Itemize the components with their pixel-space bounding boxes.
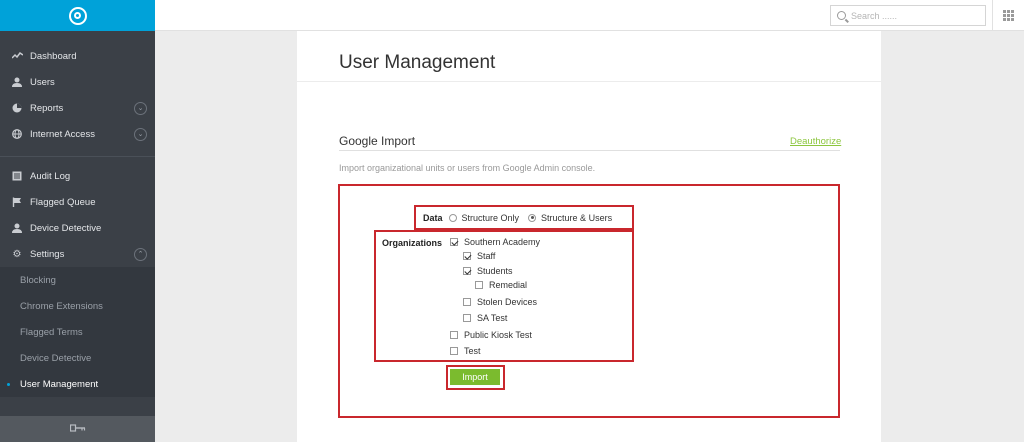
checkbox-label: Staff [477,251,496,261]
import-button-highlight: Import [446,365,505,390]
section-description: Import organizational units or users fro… [339,163,596,173]
org-checkbox-test[interactable]: Test [450,346,481,356]
divider [297,81,881,82]
sidebar-item-label: Internet Access [30,128,95,140]
sidebar-item-reports[interactable]: Reports ⌄ [0,95,155,121]
sidebar-item-label: User Management [20,378,99,390]
pulse-icon [11,50,23,62]
user-icon [11,222,23,234]
checkbox[interactable] [450,347,458,355]
sidebar-item-settings[interactable]: ⚙ Settings ⌃ [0,241,155,267]
org-checkbox-southern-academy[interactable]: Southern Academy [450,237,540,247]
sidebar-item-label: Dashboard [30,50,77,62]
checkbox[interactable] [463,314,471,322]
sidebar-item-label: Reports [30,102,64,114]
sidebar-subitem-user-management[interactable]: User Management [0,371,155,397]
sidebar-subitem-flagged-terms[interactable]: Flagged Terms [0,319,155,345]
divider [0,156,155,157]
radio-button[interactable] [528,213,537,222]
sidebar-subitem-device-detective[interactable]: Device Detective [0,345,155,371]
checkbox-label: Southern Academy [464,237,541,247]
sidebar-item-dashboard[interactable]: Dashboard [0,43,155,69]
sidebar-item-audit-log[interactable]: Audit Log [0,163,155,189]
org-checkbox-students[interactable]: Students [463,266,513,276]
chevron-up-icon[interactable]: ⌃ [134,247,147,261]
radio-structure-only[interactable]: Structure Only [448,212,520,223]
radio-button[interactable] [448,213,457,222]
sidebar-item-label: Flagged Queue [30,196,96,208]
checkbox[interactable] [463,298,471,306]
section-title: Google Import [339,134,416,148]
search-box[interactable] [830,5,986,26]
page-title: User Management [339,52,496,73]
import-button[interactable]: Import [450,369,500,385]
sidebar-subitem-chrome-extensions[interactable]: Chrome Extensions [0,293,155,319]
org-checkbox-sa-test[interactable]: SA Test [463,313,507,323]
sidebar-item-label: Chrome Extensions [20,300,103,312]
list-icon [11,170,23,182]
content-panel: User Management Google Import Deauthoriz… [297,31,881,442]
checkbox[interactable] [450,238,458,246]
top-bar [155,0,1024,31]
gear-icon: ⚙ [12,248,22,260]
organizations-label: Organizations [382,238,443,248]
divider [992,0,993,31]
chevron-down-icon[interactable]: ⌄ [134,101,147,115]
key-icon [69,423,86,435]
sidebar-item-internet-access[interactable]: Internet Access ⌄ [0,121,155,147]
checkbox-label: SA Test [477,313,508,323]
org-checkbox-stolen-devices[interactable]: Stolen Devices [463,297,537,307]
checkbox[interactable] [463,252,471,260]
main-nav: Dashboard Users Reports ⌄ Internet Acces… [0,31,155,147]
radio-label: Structure & Users [541,212,613,223]
checkbox-label: Test [464,346,481,356]
sidebar-footer[interactable] [0,416,155,442]
user-icon [11,76,23,88]
flag-icon [11,196,23,208]
shield-target-icon[interactable] [68,6,87,25]
chevron-down-icon[interactable]: ⌄ [134,127,147,141]
data-label: Data [423,212,443,223]
radio-structure-and-users[interactable]: Structure & Users [528,213,612,223]
sidebar-item-label: Settings [30,248,65,260]
sidebar-item-label: Blocking [20,274,56,286]
search-icon [837,11,846,20]
organizations-group: Organizations Southern Academy Staff Stu… [374,230,634,362]
deauthorize-link[interactable]: Deauthorize [790,136,841,147]
checkbox[interactable] [450,331,458,339]
sidebar-item-label: Device Detective [30,222,102,234]
sidebar-item-users[interactable]: Users [0,69,155,95]
settings-submenu: Blocking Chrome Extensions Flagged Terms… [0,267,155,397]
sidebar-item-label: Flagged Terms [20,326,83,338]
org-checkbox-public-kiosk-test[interactable]: Public Kiosk Test [450,330,532,340]
data-option-group: Data Structure Only Structure & Users [414,205,634,230]
globe-icon [11,128,23,140]
search-input[interactable] [851,10,981,21]
sidebar-item-label: Users [30,76,55,88]
radio-label: Structure Only [461,212,520,223]
sidebar-item-label: Device Detective [20,352,92,364]
checkbox[interactable] [475,281,483,289]
pie-chart-icon [11,102,23,114]
divider [339,150,840,151]
grid-icon[interactable] [1003,10,1014,21]
checkbox[interactable] [463,267,471,275]
sidebar: Dashboard Users Reports ⌄ Internet Acces… [0,0,155,442]
sidebar-item-flagged-queue[interactable]: Flagged Queue [0,189,155,215]
sidebar-item-device-detective[interactable]: Device Detective [0,215,155,241]
checkbox-label: Public Kiosk Test [464,330,532,340]
org-checkbox-remedial[interactable]: Remedial [475,280,527,290]
logo-bar[interactable] [0,0,155,31]
sidebar-subitem-blocking[interactable]: Blocking [0,267,155,293]
checkbox-label: Stolen Devices [477,297,538,307]
org-checkbox-staff[interactable]: Staff [463,251,495,261]
secondary-nav: Audit Log Flagged Queue Device Detective… [0,163,155,267]
checkbox-label: Remedial [489,280,528,290]
checkbox-label: Students [477,266,513,276]
sidebar-item-label: Audit Log [30,170,71,182]
